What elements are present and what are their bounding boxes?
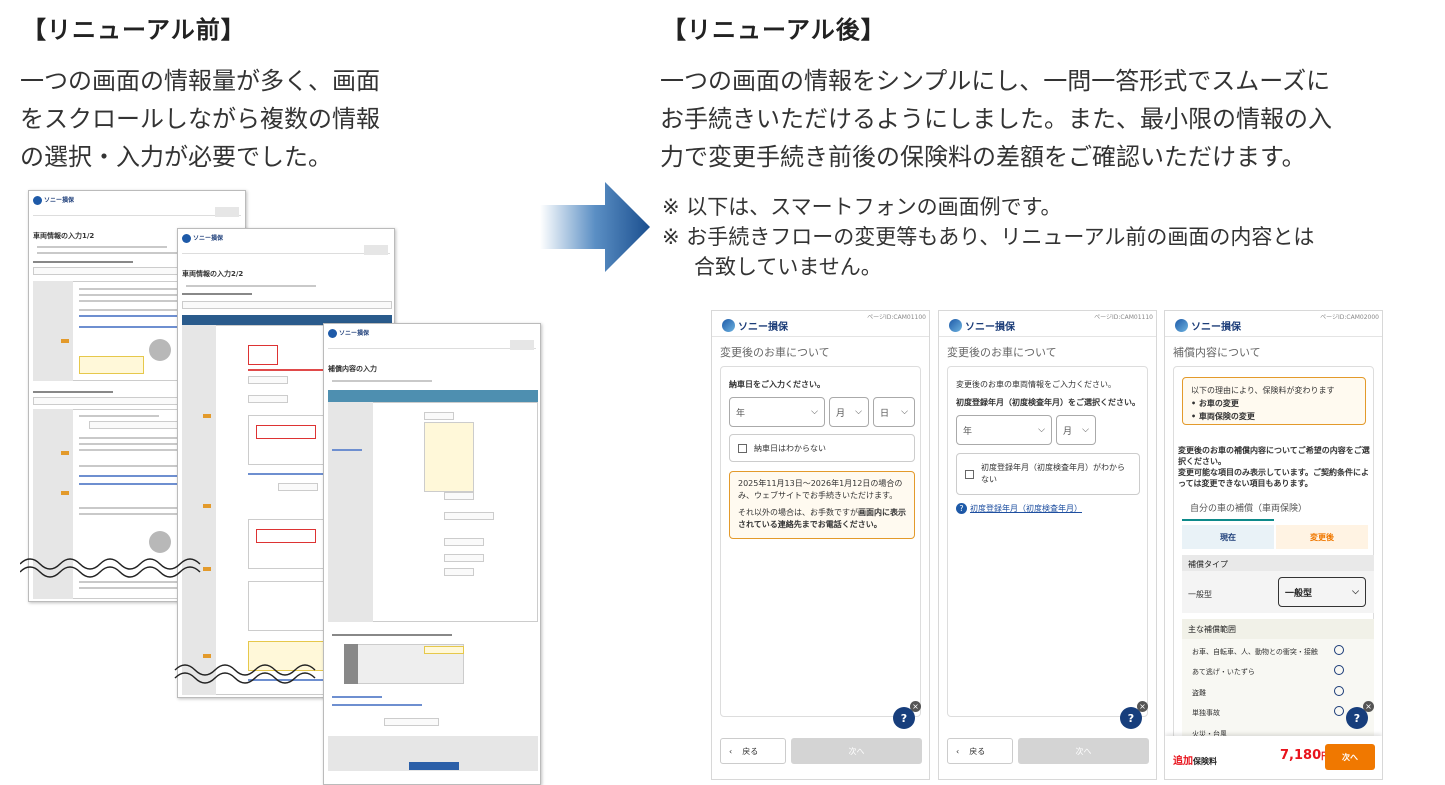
range-item: あて逃げ・いたずら xyxy=(1192,668,1255,676)
next-button[interactable]: 次へ xyxy=(791,738,922,764)
help-link[interactable]: ? 初度登録年月（初度検査年月） xyxy=(956,503,1082,514)
back-button[interactable]: ‹ 戻る xyxy=(947,738,1013,764)
intro-text: 変更後のお車の車両情報をご入力ください。 xyxy=(956,380,1116,389)
sony-logo: ソニー損保 xyxy=(949,318,1015,333)
chevron-down-icon: ⌵ xyxy=(811,407,818,417)
chevron-down-icon: ⌵ xyxy=(1082,425,1089,435)
range-item: お車、自転車、人、動物との衝突・接触 xyxy=(1192,648,1318,656)
phone-first-registration: ページID:CAM01110 ソニー損保 変更後のお車について 変更後のお車の車… xyxy=(938,310,1157,780)
sony-logo: ソニー損保 xyxy=(1175,318,1241,333)
type-current: 一般型 xyxy=(1188,590,1212,599)
chevron-down-icon: ⌵ xyxy=(1352,587,1359,597)
question-text: 納車日をご入力ください。 xyxy=(729,380,825,389)
tab-current[interactable]: 現在 xyxy=(1182,525,1274,549)
next-button[interactable]: 次へ xyxy=(1325,744,1375,770)
question-text: 初度登録年月（初度検査年月）をご選択ください。 xyxy=(956,398,1140,407)
after-heading: 【リニューアル後】 xyxy=(662,16,886,44)
wave-break-decoration xyxy=(20,558,316,684)
type-select[interactable]: 一般型 ⌵ xyxy=(1278,577,1366,607)
premium-amount: 7,180円 xyxy=(1280,748,1330,763)
range-label: 主な補償範囲 xyxy=(1182,619,1374,639)
circle-icon xyxy=(1334,686,1344,696)
back-button[interactable]: ‹ 戻る xyxy=(720,738,786,764)
year-select[interactable]: 年 ⌵ xyxy=(956,415,1052,445)
day-select[interactable]: 日 ⌵ xyxy=(873,397,915,427)
chevron-down-icon: ⌵ xyxy=(901,407,908,417)
circle-icon xyxy=(1334,645,1344,655)
month-select[interactable]: 月 ⌵ xyxy=(829,397,869,427)
next-button[interactable]: 次へ xyxy=(1018,738,1149,764)
reason-box: 以下の理由により、保険料が変わります • お車の変更 • 車両保険の変更 xyxy=(1182,377,1366,425)
chevron-left-icon: ‹ xyxy=(729,746,733,756)
circle-icon xyxy=(1334,706,1344,716)
range-item: 単独事故 xyxy=(1192,709,1220,717)
close-icon[interactable]: × xyxy=(1363,701,1374,712)
sony-logo: ソニー損保 xyxy=(722,318,788,333)
old-page-2-title: 車両情報の入力2/2 xyxy=(182,270,244,278)
premium-footer: 追加保険料 7,180円 次へ xyxy=(1165,736,1382,779)
section-title: 変更後のお車について xyxy=(720,346,830,359)
unknown-date-checkbox[interactable]: 納車日はわからない xyxy=(729,434,915,462)
lead-text: 変更後のお車の補償内容についてご希望の内容をご選択ください。 変更可能な項目のみ… xyxy=(1178,446,1370,488)
type-label: 補償タイプ xyxy=(1182,555,1374,571)
chevron-down-icon: ⌵ xyxy=(1038,425,1045,435)
after-notes: ※ 以下は、スマートフォンの画面例です。 ※ お手続きフローの変更等もあり、リニ… xyxy=(662,195,1315,279)
phone-delivery-date: ページID:CAM01100 ソニー損保 変更後のお車について 納車日をご入力く… xyxy=(711,310,930,780)
chevron-down-icon: ⌵ xyxy=(855,407,862,417)
question-icon: ? xyxy=(956,503,967,514)
right-arrow-icon xyxy=(540,182,650,272)
section-title: 補償内容について xyxy=(1173,346,1261,359)
info-box: 2025年11月13日～2026年1月12日の場合のみ、ウェブサイトでお手続きい… xyxy=(729,471,915,539)
before-heading: 【リニューアル前】 xyxy=(22,16,246,44)
circle-icon xyxy=(1334,665,1344,675)
section-title: 変更後のお車について xyxy=(947,346,1057,359)
range-item: 盗難 xyxy=(1192,689,1206,697)
after-description: 一つの画面の情報をシンプルにし、一問一答形式でスムーズに お手続きいただけるように… xyxy=(660,67,1332,171)
close-icon[interactable]: × xyxy=(910,701,921,712)
chevron-left-icon: ‹ xyxy=(956,746,960,756)
before-description: 一つの画面の情報量が多く、画面 をスクロールしながら複数の情報 の選択・入力が必要で… xyxy=(20,67,380,171)
unknown-registration-checkbox[interactable]: 初度登録年月（初度検査年月）がわからない xyxy=(956,453,1140,495)
old-page-3-title: 補償内容の入力 xyxy=(328,365,377,373)
month-select[interactable]: 月 ⌵ xyxy=(1056,415,1096,445)
close-icon[interactable]: × xyxy=(1137,701,1148,712)
phone-coverage: ページID:CAM02000 ソニー損保 補償内容について 以下の理由により、保… xyxy=(1164,310,1383,780)
old-page-1-title: 車両情報の入力1/2 xyxy=(33,232,95,240)
subsection-title: 自分の車の補償（車両保険） xyxy=(1190,504,1308,514)
tab-after[interactable]: 変更後 xyxy=(1276,525,1368,549)
year-select[interactable]: 年 ⌵ xyxy=(729,397,825,427)
